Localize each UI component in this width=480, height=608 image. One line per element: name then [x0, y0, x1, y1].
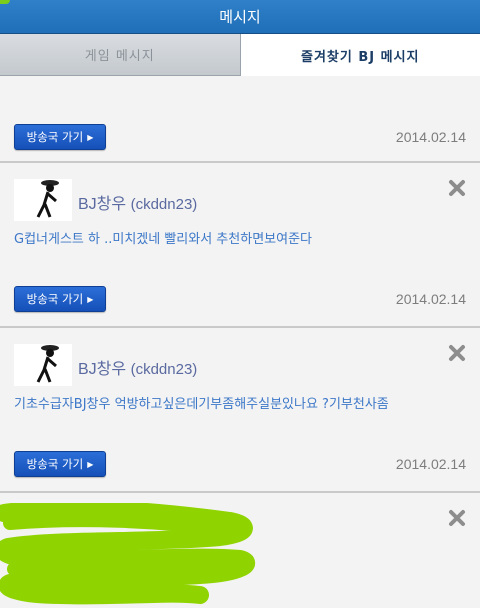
- status-indicator: [0, 0, 10, 4]
- sender-name: BJ창우 (ckddn23): [78, 190, 197, 214]
- message-date: 2014.02.14: [395, 456, 466, 472]
- tab-bar: 게임 메시지 즐겨찾기 BJ 메시지: [0, 34, 480, 76]
- message-text: 기초수급자BJ창우 억방하고싶은데기부좀해주실분있나요 ?기부천사좀: [14, 397, 389, 412]
- sender-nickname: BJ창우: [78, 361, 127, 378]
- close-icon[interactable]: [448, 344, 466, 362]
- avatar: [14, 344, 72, 386]
- sender-nickname: BJ창우: [78, 196, 127, 213]
- message-card: BJ창우 (ckddn23) 기초수급자BJ창우 억방하고싶은데기부좀해주실분있…: [0, 328, 480, 493]
- page-title: 메시지: [219, 8, 261, 26]
- sender-id: (ckddn23): [130, 196, 198, 213]
- play-arrow-icon: ▶: [87, 294, 94, 304]
- go-station-button[interactable]: 방송국 가기 ▶: [14, 124, 106, 150]
- play-arrow-icon: ▶: [87, 132, 94, 142]
- sender-id: (ckddn23): [130, 361, 198, 378]
- tab-game-messages[interactable]: 게임 메시지: [0, 34, 241, 76]
- go-station-label: 방송국 가기: [26, 130, 84, 144]
- close-icon[interactable]: [448, 179, 466, 197]
- message-card: [0, 493, 480, 607]
- message-card: BJ창우 (ckddn23) G컵너게스트 하 ..미치겠네 빨리와서 추천하면…: [0, 163, 480, 328]
- go-station-label: 방송국 가기: [26, 292, 84, 306]
- avatar: [14, 179, 72, 221]
- sender-name: BJ창우 (ckddn23): [78, 355, 197, 379]
- go-station-label: 방송국 가기: [26, 457, 84, 471]
- message-list: 방송국 가기 ▶ 2014.02.14 BJ창우 (ckddn23) G컵너게스…: [0, 76, 480, 607]
- title-bar: 메시지: [0, 0, 480, 34]
- go-station-button[interactable]: 방송국 가기 ▶: [14, 451, 106, 477]
- close-icon[interactable]: [448, 509, 466, 527]
- message-card: 방송국 가기 ▶ 2014.02.14: [0, 76, 480, 163]
- go-station-button[interactable]: 방송국 가기 ▶: [14, 286, 106, 312]
- play-arrow-icon: ▶: [87, 459, 94, 469]
- message-text: G컵너게스트 하 ..미치겠네 빨리와서 추천하면보여준다: [14, 232, 312, 247]
- redaction-scribble: [0, 503, 256, 605]
- message-date: 2014.02.14: [395, 129, 466, 145]
- message-date: 2014.02.14: [395, 291, 466, 307]
- tab-favorite-bj-messages[interactable]: 즐겨찾기 BJ 메시지: [240, 34, 480, 76]
